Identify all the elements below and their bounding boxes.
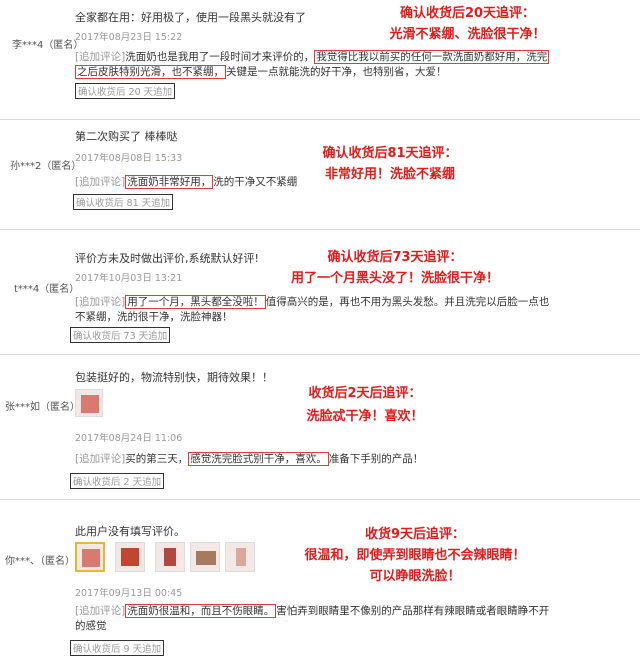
followup-tag: [追加评论] [75,176,126,188]
review-item: 你***、（匿名） 此用户没有填写评价。 2017年09月13日 00:45 [… [0,500,640,670]
reviewer-name: 你***、（匿名） [5,556,75,567]
review-photo-thumbnail[interactable] [75,389,103,417]
photo-content [196,551,216,565]
reviewer-name: t***4（匿名） [14,284,80,295]
photo-content [81,395,99,413]
annotation-line: 收货后2天后追评： [308,386,422,401]
followup-text: 准备下手别的产品！ [328,453,424,465]
review-content: 全家都在用：好用极了，使用一段黑头就没有了 [75,11,306,24]
review-content: 评价方未及时做出评价,系统默认好评! [75,252,259,265]
followup-tag: [追加评论] [75,453,126,465]
annotation-line: 洗脸忒干净！喜欢！ [306,409,424,424]
annotation: 确认收货后81天追评： 非常好用！洗脸不紧绷 [300,143,480,185]
followup-text: 值得高兴的是，再也不用为黑头发愁。并且洗完以后脸一点也 [265,296,550,308]
photo-content [236,548,246,566]
review-photo-thumbnail[interactable] [155,542,185,572]
followup-comment: [追加评论]买的第三天， 感觉洗完脸式别干净，喜欢。 准备下手别的产品！ [75,452,423,467]
review-photo-thumbnail[interactable] [190,542,220,572]
reviewer-name: 张***如（匿名） [5,402,80,413]
followup-text: 关键是一点就能洗的好干净，也特别省，大爱！ [226,66,447,78]
followup-text: 害怕弄到眼睛里不像别的产品那样有辣眼睛或者眼睛睁不开 [276,605,550,617]
annotation-line: 确认收货后20天追评： [399,6,536,21]
followup-tag: [追加评论] [75,51,126,63]
annotation: 确认收货后73天追评： 用了一个月黑头没了！洗脸很干净！ [280,247,510,289]
followup-text: 洗面奶也是我用了一段时间才来评价的， [125,51,315,63]
days-after-receipt-label: 确认收货后 9 天追加 [70,640,165,656]
days-after-receipt-label: 确认收货后 81 天追加 [73,194,174,210]
annotation-line: 收货9天后追评： [364,527,466,542]
highlight-box: 之后皮肤特别光滑，也不紧绷， [75,65,226,79]
review-date: 2017年10月03日 13:21 [75,273,183,284]
review-photo-thumbnail[interactable] [225,542,255,572]
annotation-line: 光滑不紧绷、洗脸很干净！ [389,27,546,42]
followup-text: 买的第三天， [125,453,189,465]
review-content: 第二次购买了 棒棒哒 [75,130,178,143]
review-content: 此用户没有填写评价。 [75,525,185,538]
photo-content [82,549,100,567]
review-photo-thumbnail[interactable] [115,542,145,572]
followup-comment: [追加评论]洗面奶也是我用了一段时间才来评价的， 我觉得比我以前买的任何一款洗面奶… [75,50,550,80]
days-after-receipt-label: 确认收货后 2 天追加 [70,473,165,489]
followup-comment: [追加评论] 洗面奶非常好用， 洗的干净又不紧绷 [75,175,297,190]
reviewer-name: 孙***2（匿名） [10,161,82,172]
followup-tag: [追加评论] [75,296,126,308]
review-date: 2017年09月13日 00:45 [75,588,183,599]
followup-comment: [追加评论] 洗面奶很温和，而且不伤眼睛。 害怕弄到眼睛里不像别的产品那样有辣眼睛或… [75,604,549,634]
highlight-box: 我觉得比我以前买的任何一款洗面奶都好用，洗完 [314,50,550,64]
annotation: 确认收货后20天追评： 光滑不紧绷、洗脸很干净！ [355,3,580,45]
review-item: 李***4（匿名） 全家都在用：好用极了，使用一段黑头就没有了 2017年08月… [0,0,640,120]
followup-text: 的感觉 [75,620,107,632]
annotation-line: 很温和，即使弄到眼睛也不会辣眼睛！ [304,548,526,563]
annotation-line: 用了一个月黑头没了！洗脸很干净！ [290,271,499,286]
review-date: 2017年08月23日 15:22 [75,32,183,43]
annotation-line: 确认收货后81天追评： [322,146,458,161]
annotation: 收货9天后追评： 很温和，即使弄到眼睛也不会辣眼睛！ 可以睁眼洗脸！ [275,524,555,587]
annotation: 收货后2天后追评： 洗脸忒干净！喜欢！ [290,383,440,427]
days-after-receipt-label: 确认收货后 73 天追加 [70,327,171,343]
highlight-box: 洗面奶非常好用， [125,175,214,189]
photo-content [121,548,139,566]
photo-content [164,548,176,566]
highlight-box: 洗面奶很温和，而且不伤眼睛。 [125,604,277,618]
highlight-box: 用了一个月，黑头都全没啦！ [125,295,266,309]
review-item: t***4（匿名） 评价方未及时做出评价,系统默认好评! 2017年10月03日… [0,230,640,355]
review-item: 孙***2（匿名） 第二次购买了 棒棒哒 2017年08月08日 15:33 [… [0,120,640,230]
days-after-receipt-label: 确认收货后 20 天追加 [75,83,176,99]
annotation-line: 可以睁眼洗脸！ [369,569,461,584]
followup-tag: [追加评论] [75,605,126,617]
review-photo-thumbnail[interactable] [75,542,105,572]
review-date: 2017年08月08日 15:33 [75,153,183,164]
reviewer-name: 李***4（匿名） [12,40,84,51]
annotation-line: 非常好用！洗脸不紧绷 [324,167,455,182]
annotation-line: 确认收货后73天追评： [327,250,463,265]
followup-text: 洗的干净又不紧绷 [213,176,298,188]
highlight-box: 感觉洗完脸式别干净，喜欢。 [188,452,329,466]
followup-text: 不紧绷，洗的很干净，洗脸神器！ [75,311,233,323]
review-date: 2017年08月24日 11:06 [75,433,183,444]
followup-comment: [追加评论] 用了一个月，黑头都全没啦！ 值得高兴的是，再也不用为黑头发愁。并且洗完… [75,295,549,325]
review-item: 张***如（匿名） 包装挺好的，物流特别快，期待效果！！ 2017年08月24日… [0,355,640,500]
review-content: 包装挺好的，物流特别快，期待效果！！ [75,371,273,384]
